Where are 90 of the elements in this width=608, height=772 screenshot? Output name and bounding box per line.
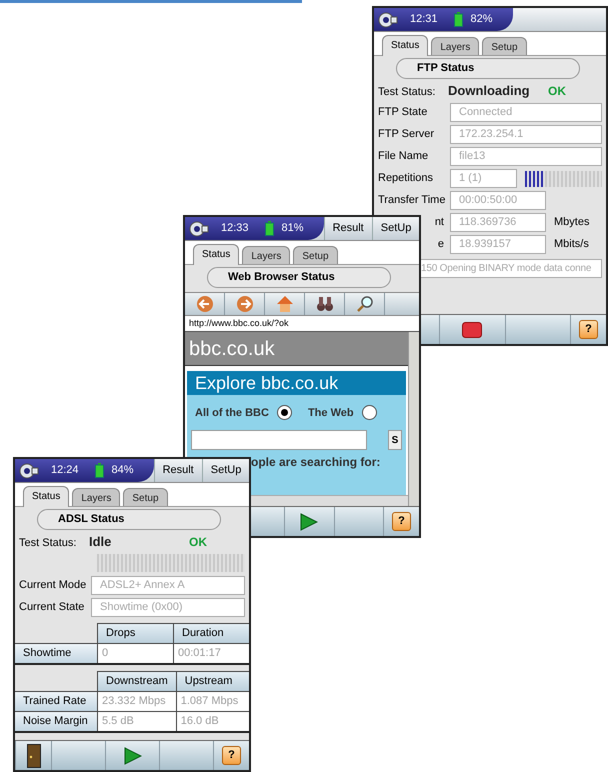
- column-header: Upstream: [176, 671, 249, 691]
- value-field: 18.939157: [450, 235, 546, 254]
- battery-icon: [264, 221, 274, 236]
- vertical-scrollbar[interactable]: [408, 332, 419, 506]
- help-button[interactable]: ?: [383, 507, 419, 536]
- value-field: 00:00:50:00: [450, 191, 546, 210]
- status-message: 150 Opening BINARY mode data conne: [420, 262, 592, 276]
- value-field: file13: [450, 147, 602, 166]
- radio-label: The Web: [308, 406, 354, 420]
- value-field: Connected: [450, 103, 602, 122]
- battery-icon: [94, 463, 104, 478]
- battery-percent: 82%: [470, 12, 493, 28]
- clock-time: 12:31: [410, 12, 438, 28]
- search-button[interactable]: S: [388, 430, 402, 450]
- logo-icon: [19, 462, 39, 478]
- tab[interactable]: Layers: [242, 246, 290, 264]
- row-header: Noise Margin: [15, 711, 97, 731]
- table-cell: 16.0 dB: [176, 711, 249, 731]
- url-field[interactable]: http://www.bbc.co.uk/?ok: [185, 316, 419, 330]
- panel-title: Web Browser Status: [207, 267, 391, 288]
- search-input[interactable]: [191, 430, 367, 450]
- test-status-label: Test Status:: [19, 536, 78, 550]
- tab[interactable]: Setup: [482, 37, 527, 55]
- test-status-value: Downloading: [448, 82, 531, 100]
- table-cell: 5.5 dB: [97, 711, 176, 731]
- binoculars-icon: [316, 294, 334, 312]
- site-header: bbc.co.uk: [185, 332, 408, 366]
- header-button[interactable]: SetUp: [372, 217, 419, 240]
- clock-time: 12:24: [51, 463, 79, 478]
- tab[interactable]: Status: [23, 486, 70, 507]
- radio-button[interactable]: [362, 405, 377, 420]
- tab[interactable]: Layers: [431, 37, 480, 55]
- row-header: Trained Rate: [15, 691, 97, 711]
- unit-label: Mbytes: [554, 215, 590, 230]
- table-cell: 0: [97, 643, 173, 663]
- field-label: File Name: [378, 149, 430, 164]
- tab[interactable]: Layers: [72, 488, 120, 506]
- tab[interactable]: Status: [193, 244, 240, 265]
- value-field: 1 (1): [450, 169, 517, 188]
- value-field: Showtime (0x00): [91, 598, 245, 617]
- table-cell: 23.332 Mbps: [97, 691, 176, 711]
- row-header: Showtime: [15, 643, 97, 663]
- battery-percent: 81%: [282, 221, 304, 236]
- header-button[interactable]: Result: [154, 459, 202, 482]
- battery-percent: 84%: [112, 463, 134, 478]
- clock-time: 12:33: [221, 221, 249, 236]
- radio-label: All of the BBC: [195, 406, 269, 420]
- column-header: Duration: [173, 623, 249, 643]
- radio-button[interactable]: [276, 405, 292, 420]
- tab[interactable]: Setup: [123, 488, 168, 506]
- field-label: FTP Server: [378, 127, 436, 142]
- logo-icon: [189, 220, 209, 236]
- battery-icon: [454, 12, 463, 27]
- panel-title: FTP Status: [396, 58, 580, 78]
- field-label: Repetitions: [378, 171, 434, 186]
- field-label: FTP State: [378, 105, 428, 120]
- section-caption: ople are searching for:: [251, 454, 382, 471]
- help-button[interactable]: ?: [570, 315, 606, 344]
- play-icon: [124, 746, 142, 764]
- play-icon: [300, 512, 318, 530]
- table-cell: 00:01:17: [173, 643, 249, 663]
- value-field: 172.23.254.1: [450, 125, 602, 144]
- test-status-value: Idle: [89, 532, 112, 550]
- banner-heading: Explore bbc.co.uk: [187, 370, 406, 394]
- tab[interactable]: Setup: [293, 246, 338, 264]
- door-icon: [26, 744, 40, 768]
- value-field: ADSL2+ Annex A: [91, 576, 245, 595]
- unit-label: Mbits/s: [554, 237, 589, 252]
- field-label: Current Mode: [19, 578, 88, 594]
- header-button[interactable]: Result: [324, 217, 372, 240]
- horizontal-scrollbar[interactable]: [251, 495, 408, 506]
- field-label: e: [438, 237, 444, 252]
- logo-icon: [378, 12, 398, 28]
- column-header: Drops: [97, 623, 173, 643]
- test-status-label: Test Status:: [378, 84, 436, 100]
- panel-title: ADSL Status: [37, 509, 221, 530]
- test-result: OK: [548, 82, 566, 100]
- test-result: OK: [189, 534, 207, 550]
- stop-icon: [462, 322, 482, 338]
- column-header: Downstream: [97, 671, 176, 691]
- help-button[interactable]: ?: [213, 741, 249, 770]
- home-icon: [276, 294, 294, 312]
- header-button[interactable]: SetUp: [202, 459, 249, 482]
- field-label: nt: [434, 215, 444, 230]
- value-field: 118.369736: [450, 213, 546, 232]
- field-label: Current State: [19, 600, 86, 616]
- search-icon: [356, 294, 374, 312]
- table-cell: 1.087 Mbps: [176, 691, 249, 711]
- field-label: Transfer Time: [378, 193, 446, 208]
- tab[interactable]: Status: [382, 35, 428, 56]
